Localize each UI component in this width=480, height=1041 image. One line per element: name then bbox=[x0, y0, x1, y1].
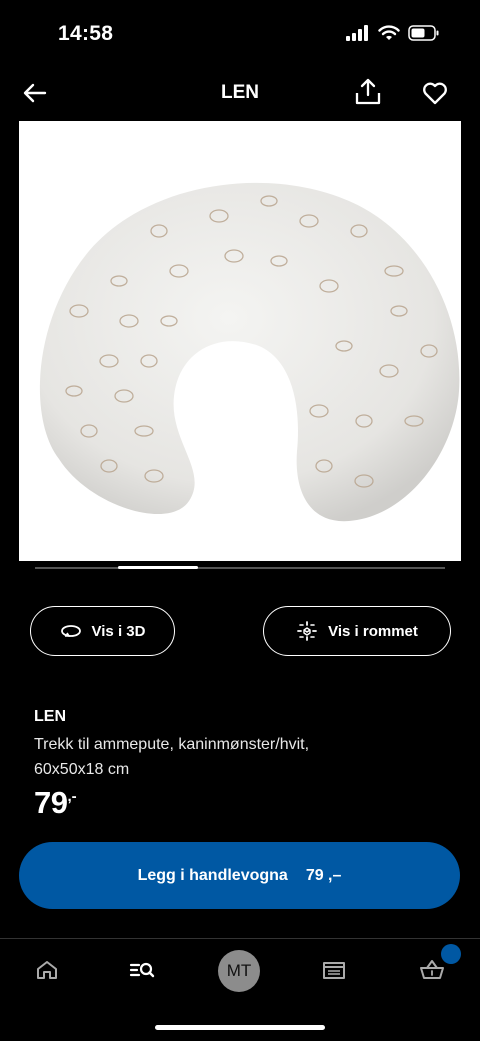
home-indicator bbox=[155, 1025, 325, 1030]
product-price: 79 ,- bbox=[34, 785, 77, 821]
page-title: LEN bbox=[221, 82, 259, 103]
profile-avatar[interactable]: MT bbox=[218, 950, 260, 992]
share-button[interactable] bbox=[352, 76, 384, 108]
add-to-cart-price: 79 ,– bbox=[305, 866, 342, 884]
gallery-indicator[interactable] bbox=[118, 566, 198, 569]
rotate-3d-icon bbox=[60, 625, 81, 637]
product-description: Trekk til ammepute, kaninmønster/hvit, 6… bbox=[34, 732, 454, 782]
nursing-pillow-illustration bbox=[39, 182, 460, 522]
tabbar-divider bbox=[0, 938, 480, 939]
status-bar: 14:58 bbox=[0, 0, 480, 70]
heart-icon bbox=[423, 82, 447, 105]
view-3d-button[interactable]: Vis i 3D bbox=[30, 606, 175, 656]
add-to-cart-button[interactable]: Legg i handlevogna 79 ,– bbox=[19, 842, 460, 909]
search-list-icon bbox=[129, 962, 155, 978]
add-to-cart-label: Legg i handlevogna bbox=[137, 866, 288, 884]
tab-search[interactable] bbox=[122, 950, 162, 990]
cellular-signal-icon bbox=[346, 25, 368, 41]
status-time: 14:58 bbox=[58, 22, 114, 45]
favorite-button[interactable] bbox=[420, 78, 450, 108]
home-icon bbox=[37, 961, 57, 979]
share-icon bbox=[355, 78, 381, 105]
header: LEN bbox=[0, 70, 480, 118]
view-in-room-label: Vis i rommet bbox=[328, 622, 418, 640]
battery-icon bbox=[408, 25, 439, 41]
product-description-line2: 60x50x18 cm bbox=[34, 761, 130, 778]
price-amount: 79 bbox=[34, 785, 68, 820]
tab-stores[interactable] bbox=[314, 950, 354, 990]
status-icons bbox=[346, 25, 440, 41]
tab-home[interactable] bbox=[27, 950, 67, 990]
shopping-basket-icon bbox=[420, 960, 444, 979]
price-suffix: ,- bbox=[67, 788, 77, 805]
view-in-room-button[interactable]: Vis i rommet bbox=[263, 606, 451, 656]
cart-badge bbox=[441, 944, 461, 964]
product-image[interactable] bbox=[19, 121, 461, 561]
ar-cube-icon bbox=[297, 621, 318, 641]
gallery-track bbox=[35, 567, 445, 569]
view-3d-label: Vis i 3D bbox=[91, 622, 146, 640]
product-description-line1: Trekk til ammepute, kaninmønster/hvit, bbox=[34, 736, 310, 753]
store-icon bbox=[323, 962, 345, 979]
wifi-icon bbox=[378, 25, 400, 40]
product-name: LEN bbox=[34, 708, 66, 725]
